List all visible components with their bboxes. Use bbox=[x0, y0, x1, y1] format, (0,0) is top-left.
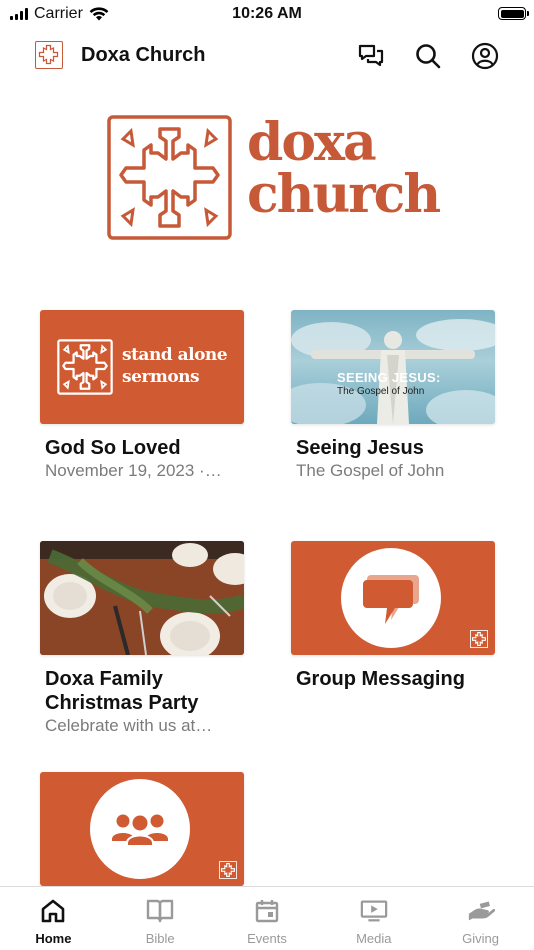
tab-label: Events bbox=[247, 931, 287, 946]
giving-hand-icon bbox=[467, 897, 495, 925]
card-christmas-party[interactable]: Doxa Family Christmas Party Celebrate wi… bbox=[40, 541, 244, 737]
card-title: Group Messaging bbox=[296, 668, 465, 690]
tab-events[interactable]: Events bbox=[214, 887, 321, 950]
table-setting-image bbox=[40, 541, 244, 655]
messages-icon bbox=[358, 44, 384, 67]
thumb-text-line1: stand alone bbox=[122, 345, 228, 365]
status-time: 10:26 AM bbox=[232, 5, 302, 22]
home-icon bbox=[39, 897, 67, 925]
card-title-line1: Doxa Family bbox=[45, 668, 163, 690]
search-icon bbox=[416, 44, 441, 69]
tab-label: Media bbox=[356, 931, 392, 946]
logo-word-doxa: doxa bbox=[247, 112, 377, 173]
card-subtitle: The Gospel of John bbox=[296, 461, 445, 480]
messages-button[interactable] bbox=[355, 40, 387, 72]
thumb-circle bbox=[90, 779, 190, 879]
card-subtitle: Celebrate with us at… bbox=[45, 716, 213, 735]
card-seeing-jesus[interactable]: SEEING JESUS: The Gospel of John Seeing … bbox=[291, 310, 495, 482]
speech-bubble-icon bbox=[363, 575, 419, 624]
logo-word-church: church bbox=[247, 164, 441, 225]
card-groups[interactable] bbox=[40, 772, 244, 886]
card-title: Seeing Jesus bbox=[296, 437, 424, 459]
cross-mark-icon bbox=[470, 630, 488, 648]
tab-home[interactable]: Home bbox=[0, 887, 107, 950]
tab-bible[interactable]: Bible bbox=[107, 887, 214, 950]
people-group-icon bbox=[112, 814, 168, 847]
statue-image bbox=[291, 319, 495, 424]
profile-icon bbox=[471, 42, 499, 70]
thumb-text-line2: sermons bbox=[122, 367, 200, 387]
tab-label: Giving bbox=[462, 931, 500, 946]
page-title: Doxa Church bbox=[81, 44, 206, 66]
card-group-messaging[interactable]: Group Messaging bbox=[291, 541, 495, 691]
cross-mark-icon bbox=[107, 115, 232, 240]
cross-mark-icon bbox=[57, 339, 113, 395]
card-title-line2: Christmas Party bbox=[45, 692, 199, 714]
media-play-icon bbox=[360, 897, 388, 925]
nav-bar: Doxa Church bbox=[0, 36, 534, 76]
church-logo: doxa church bbox=[107, 112, 441, 240]
card-thumbnail: SEEING JESUS: The Gospel of John bbox=[291, 310, 495, 424]
card-subtitle: November 19, 2023 ·… bbox=[45, 461, 222, 480]
status-bar: Carrier 10:26 AM bbox=[0, 0, 534, 28]
thumb-text-line2: The Gospel of John bbox=[337, 386, 425, 397]
search-button[interactable] bbox=[412, 40, 444, 72]
thumb-circle bbox=[341, 548, 441, 648]
card-thumbnail: stand alone sermons bbox=[40, 310, 244, 424]
tab-label: Bible bbox=[145, 931, 175, 946]
tab-bar: Home Bible Events Media Giving bbox=[0, 886, 534, 950]
thumb-text-line1: SEEING JESUS: bbox=[337, 370, 441, 385]
card-thumbnail bbox=[291, 541, 495, 655]
profile-button[interactable] bbox=[469, 40, 501, 72]
book-icon bbox=[146, 897, 174, 925]
calendar-icon bbox=[253, 897, 281, 925]
battery-icon bbox=[498, 7, 529, 20]
card-thumbnail bbox=[40, 541, 244, 655]
tab-media[interactable]: Media bbox=[320, 887, 427, 950]
card-thumbnail bbox=[40, 772, 244, 886]
card-god-so-loved[interactable]: stand alone sermons God So Loved Novembe… bbox=[40, 310, 244, 482]
battery-level bbox=[500, 9, 524, 18]
logo-mark-icon bbox=[35, 41, 63, 69]
card-title: God So Loved bbox=[45, 437, 181, 459]
tab-label: Home bbox=[35, 931, 72, 946]
cross-mark-icon bbox=[219, 861, 237, 879]
tab-giving[interactable]: Giving bbox=[427, 887, 534, 950]
